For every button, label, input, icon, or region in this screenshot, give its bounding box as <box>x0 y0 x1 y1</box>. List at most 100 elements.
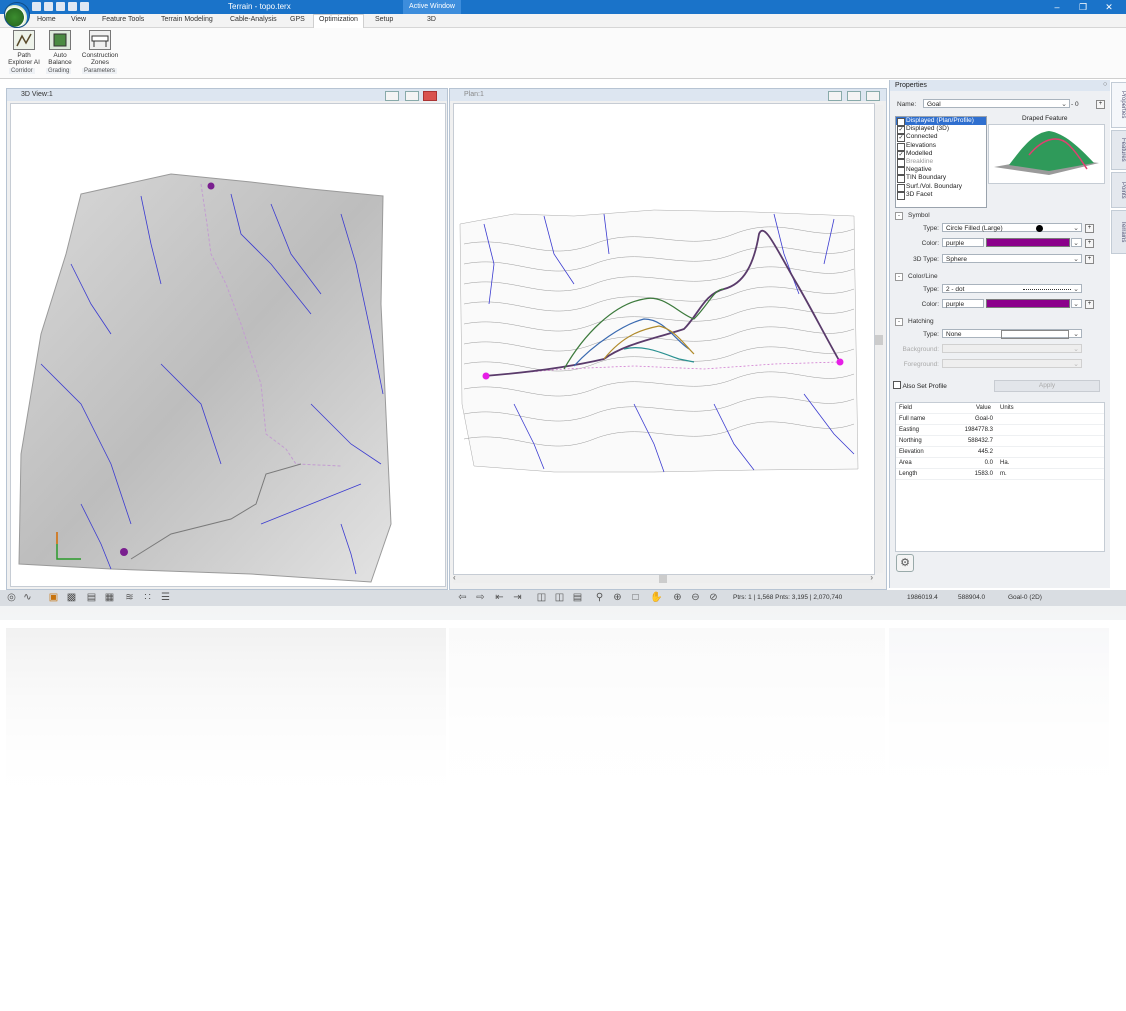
symbol-color-dropdown[interactable]: ⌄ <box>1071 238 1082 247</box>
check-connected[interactable]: ✓ Connected <box>896 133 986 143</box>
redo-icon[interactable] <box>80 2 89 11</box>
menu-setup[interactable]: Setup <box>375 16 393 23</box>
app-logo-icon[interactable] <box>4 2 30 28</box>
close-icon[interactable] <box>866 91 880 101</box>
line-type-dropdown[interactable]: 2 - dot ⌄ <box>942 284 1082 293</box>
menu-gps[interactable]: GPS <box>290 16 305 23</box>
name-dropdown[interactable]: Goal ⌄ <box>923 99 1070 108</box>
sidetab-points[interactable]: Points <box>1111 172 1126 208</box>
close-icon[interactable]: ✕ <box>1100 1 1118 13</box>
apply-button[interactable]: Apply <box>994 380 1100 392</box>
restore-icon[interactable] <box>847 91 861 101</box>
globe-icon[interactable]: ◎ <box>6 593 17 603</box>
close-icon[interactable] <box>423 91 437 101</box>
contours-icon[interactable]: ≋ <box>124 593 135 603</box>
line-color-swatch[interactable] <box>986 299 1070 308</box>
layers-icon[interactable]: ▤ <box>86 593 97 603</box>
zoom-extents-icon[interactable]: ⊘ <box>708 593 719 603</box>
symbol-3d-type-dropdown[interactable]: Sphere ⌄ <box>942 254 1082 263</box>
check-elevations[interactable]: Elevations <box>896 142 986 151</box>
split-vertical-icon[interactable]: ◫ <box>554 593 565 603</box>
arrow-left-icon[interactable]: ⇦ <box>457 593 468 603</box>
new-file-icon[interactable] <box>32 2 41 11</box>
sidetab-features[interactable]: Features <box>1111 130 1126 170</box>
scroll-thumb[interactable] <box>875 335 883 345</box>
check-3d-facet[interactable]: 3D Facet <box>896 191 986 200</box>
symbol-type-dropdown[interactable]: Circle Filled (Large) ⌄ <box>942 223 1082 232</box>
arrow-right-icon[interactable]: ⇨ <box>475 593 486 603</box>
save-icon[interactable] <box>56 2 65 11</box>
settings-gear-icon[interactable]: ⚙ <box>896 554 914 572</box>
zoom-window-icon[interactable]: ⊕ <box>612 593 623 603</box>
hatching-section[interactable]: - Hatching <box>895 318 934 326</box>
hatch-background-dropdown[interactable]: ⌄ <box>942 344 1082 353</box>
camera-icon[interactable]: ▩ <box>66 593 77 603</box>
scroll-right-icon[interactable]: › <box>870 573 873 582</box>
plan-horizontal-scrollbar[interactable]: ‹ › <box>453 573 873 583</box>
search-icon[interactable]: ⚲ <box>594 593 605 603</box>
line-color-dropdown[interactable]: ⌄ <box>1071 299 1082 308</box>
menu-3d-context[interactable]: 3D <box>427 16 436 23</box>
start-point-marker[interactable] <box>207 182 215 190</box>
minimize-icon[interactable]: – <box>1048 1 1066 13</box>
table-row[interactable]: Northing 588432.7 <box>896 436 1104 447</box>
cube-icon[interactable]: ▣ <box>48 593 59 603</box>
goal-point-marker[interactable] <box>120 548 128 556</box>
menu-home[interactable]: Home <box>37 16 56 23</box>
path-explorer-button[interactable]: Path Explorer AI <box>6 30 42 66</box>
sidetab-properties[interactable]: Properties <box>1111 82 1126 128</box>
symbol-color-add-button[interactable]: + <box>1085 239 1094 248</box>
construction-zones-button[interactable]: Construction Zones <box>79 30 121 66</box>
check-modelled[interactable]: ✓ Modelled <box>896 150 986 159</box>
open-file-icon[interactable] <box>44 2 53 11</box>
plan-start-marker[interactable] <box>482 372 490 380</box>
hatch-foreground-dropdown[interactable]: ⌄ <box>942 359 1082 368</box>
minimize-icon[interactable] <box>385 91 399 101</box>
symbol-3d-add-button[interactable]: + <box>1085 255 1094 264</box>
check-displayed-3d[interactable]: ✓ Displayed (3D) <box>896 125 986 135</box>
grid-icon[interactable]: ▦ <box>104 593 115 603</box>
points-icon[interactable]: ∷ <box>142 593 153 603</box>
symbol-color-swatch[interactable] <box>986 238 1070 247</box>
check-tin-boundary[interactable]: TIN Boundary <box>896 174 986 184</box>
restore-icon[interactable] <box>405 91 419 101</box>
pin-icon[interactable]: ○ <box>1103 81 1107 88</box>
zoom-in-icon[interactable]: ⊕ <box>672 593 683 603</box>
next-view-icon[interactable]: ⇥ <box>512 593 523 603</box>
menu-view[interactable]: View <box>71 16 86 23</box>
check-displayed-plan[interactable]: ✓ Displayed (Plan/Profile) <box>896 117 986 126</box>
check-breakline[interactable]: Breakline <box>896 158 986 167</box>
auto-balance-button[interactable]: Auto Balance <box>46 30 74 66</box>
table-row[interactable]: Elevation 445.2 <box>896 447 1104 458</box>
colorline-section[interactable]: - Color/Line <box>895 273 938 281</box>
sidetab-terrains[interactable]: Terrains <box>1111 210 1126 254</box>
check-surf-vol-boundary[interactable]: Surf./Vol. Boundary <box>896 183 986 192</box>
zoom-out-icon[interactable]: ⊖ <box>690 593 701 603</box>
plan-goal-marker[interactable] <box>836 358 844 366</box>
scroll-thumb[interactable] <box>659 575 667 583</box>
menu-cable-analysis[interactable]: Cable-Analysis <box>230 16 277 23</box>
plan-canvas[interactable] <box>453 103 875 575</box>
symbol-type-add-button[interactable]: + <box>1085 224 1094 233</box>
menu-terrain-modeling[interactable]: Terrain Modeling <box>161 16 213 23</box>
split-horizontal-icon[interactable]: ▤ <box>572 593 583 603</box>
plan-vertical-scrollbar[interactable] <box>875 105 883 573</box>
line-color-name[interactable]: purple <box>942 299 984 308</box>
table-row[interactable]: Full name Goal-0 <box>896 414 1104 425</box>
also-set-profile-checkbox[interactable]: Also Set Profile <box>893 381 947 390</box>
view3d-canvas[interactable] <box>10 103 446 587</box>
menu-feature-tools[interactable]: Feature Tools <box>102 16 144 23</box>
pan-hand-icon[interactable]: ✋ <box>650 593 662 603</box>
table-row[interactable]: Area 0.0 Ha. <box>896 458 1104 469</box>
window-icon[interactable]: ◫ <box>536 593 547 603</box>
symbol-section[interactable]: - Symbol <box>895 212 930 220</box>
wave-icon[interactable]: ∿ <box>22 593 33 603</box>
restore-icon[interactable]: ❐ <box>1074 1 1092 13</box>
undo-icon[interactable] <box>68 2 77 11</box>
prev-view-icon[interactable]: ⇤ <box>494 593 505 603</box>
menu-optimization[interactable]: Optimization <box>313 14 364 28</box>
lock-icon[interactable]: □ <box>630 593 641 603</box>
hatch-type-dropdown[interactable]: None ⌄ <box>942 329 1082 339</box>
scroll-left-icon[interactable]: ‹ <box>453 573 456 582</box>
line-color-add-button[interactable]: + <box>1085 300 1094 309</box>
